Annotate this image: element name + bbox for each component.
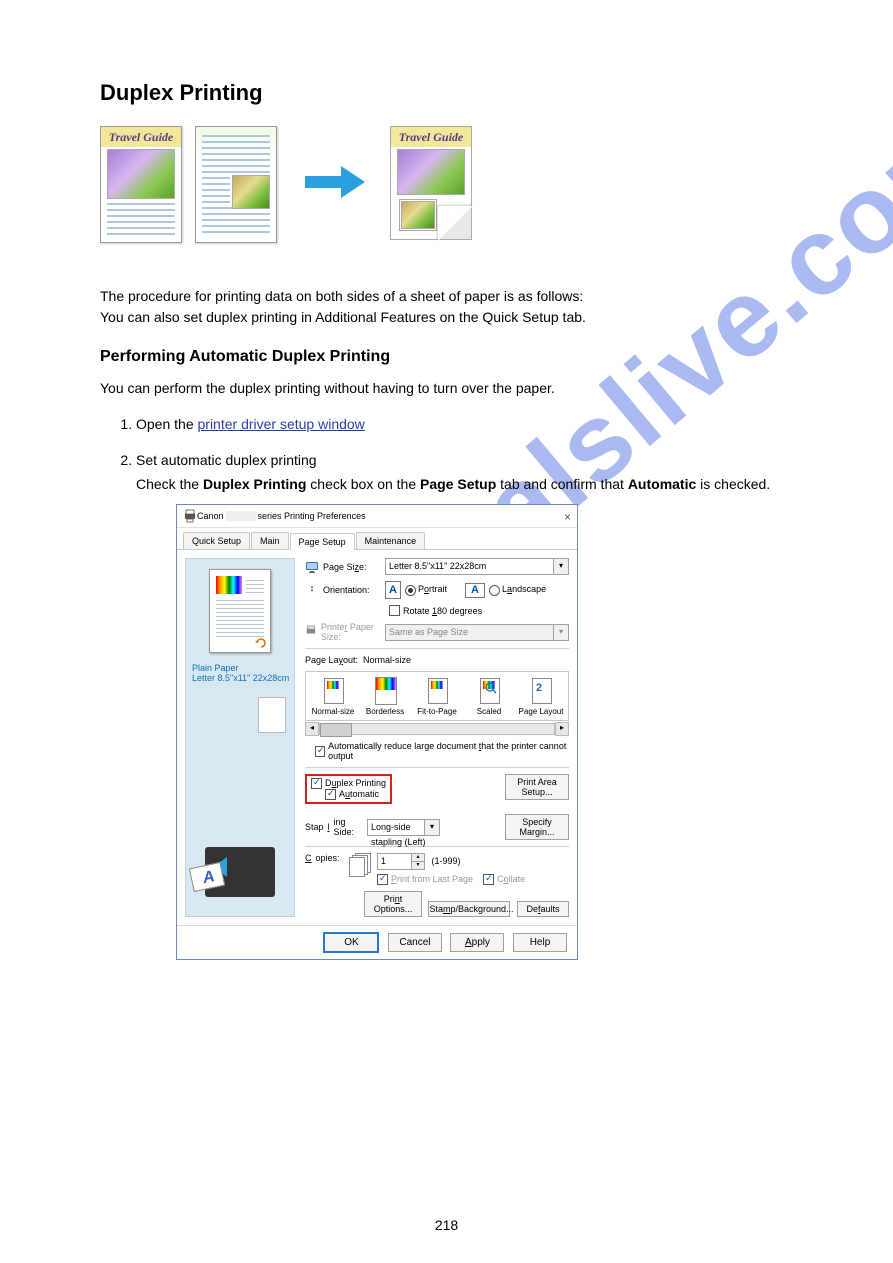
intro-text: The procedure for printing data on both … <box>100 286 803 328</box>
orientation-label: Orientation: <box>323 585 370 595</box>
layout-borderless[interactable]: Borderless <box>360 676 410 716</box>
stapling-label: Stapling Side: <box>305 817 367 837</box>
monitor-icon <box>305 560 319 574</box>
auto-reduce-checkbox[interactable] <box>315 746 325 757</box>
scroll-right-icon[interactable]: ▸ <box>555 722 569 736</box>
dialog-footer: OK Cancel Apply Help <box>177 925 577 959</box>
printer-paper-label: Printer Paper Size: <box>321 622 385 642</box>
copies-label: Copies: <box>305 853 349 863</box>
step-title: Set automatic duplex printing <box>136 452 803 468</box>
settings-panel: Page Size: Letter 8.5"x11" 22x28cm ▾ ↕ O… <box>295 558 569 917</box>
duplex-highlight: Duplex Printing Automatic <box>305 774 392 804</box>
print-last-label: Print from Last Page <box>391 874 473 884</box>
layout-scrollbar[interactable]: ◂ ▸ <box>305 723 569 735</box>
printing-preferences-dialog: Canon series Printing Preferences × Quic… <box>176 504 578 960</box>
doc-cover-title: Travel Guide <box>391 127 471 147</box>
preview-page-icon <box>209 569 271 653</box>
duplex-label: Duplex Printing <box>325 778 386 788</box>
copies-range: (1-999) <box>432 856 461 866</box>
small-preview-icon <box>258 697 286 733</box>
duplex-output-icon: Travel Guide <box>390 126 475 246</box>
title-prefix: Canon <box>197 507 224 525</box>
chevron-down-icon: ▾ <box>424 820 439 835</box>
duplex-illustration: Travel Guide <box>100 126 803 256</box>
page-number: 218 <box>0 1217 893 1233</box>
copies-icon <box>349 853 371 875</box>
portrait-label: Portrait <box>418 584 447 594</box>
paper-type-label: Plain Paper <box>192 663 290 673</box>
dialog-title-bar: Canon series Printing Preferences × <box>177 505 577 528</box>
collate-label: Collate <box>497 874 525 884</box>
portrait-radio[interactable] <box>405 585 416 596</box>
automatic-label: Automatic <box>339 789 379 799</box>
print-area-setup-button[interactable]: Print Area Setup... <box>505 774 569 800</box>
copies-spinner[interactable]: 1 ▴▾ <box>377 853 425 870</box>
page-heading: Duplex Printing <box>100 80 803 106</box>
printer-driver-link[interactable]: printer driver setup window <box>198 416 365 432</box>
step-text: Open the <box>136 416 198 432</box>
specify-margin-button[interactable]: Specify Margin... <box>505 814 569 840</box>
page-content: Duplex Printing Travel Guide <box>0 0 893 1020</box>
landscape-label: Landscape <box>502 584 546 594</box>
title-suffix: series Printing Preferences <box>258 507 366 525</box>
ok-button[interactable]: OK <box>323 932 379 953</box>
steps-list: Open the printer driver setup window Set… <box>100 416 803 960</box>
page-layout-label: Page Layout: <box>305 655 363 665</box>
layout-scaled[interactable]: Scaled <box>464 676 514 716</box>
flip-icon <box>254 636 268 650</box>
orientation-icon: ↕ <box>305 583 319 597</box>
arrow-icon <box>305 166 367 196</box>
preview-panel: Plain Paper Letter 8.5"x11" 22x28cm A <box>185 558 295 917</box>
help-button[interactable]: Help <box>513 933 567 952</box>
layout-pagelayout[interactable]: 2 Page Layout <box>516 676 566 716</box>
rotate180-label: Rotate 180 degrees <box>403 606 482 616</box>
tab-quick-setup[interactable]: Quick Setup <box>183 532 250 549</box>
collate-checkbox <box>483 874 494 885</box>
section-desc: You can perform the duplex printing with… <box>100 380 803 396</box>
page-size-combo[interactable]: Letter 8.5"x11" 22x28cm ▾ <box>385 558 569 575</box>
auto-reduce-label: Automatically reduce large document that… <box>328 741 569 761</box>
printer-paper-combo: Same as Page Size ▾ <box>385 624 569 641</box>
layout-thumbnails: Normal-size Borderless Fit-to-Page <box>305 671 569 721</box>
doc-cover-title: Travel Guide <box>101 127 181 147</box>
stamp-background-button[interactable]: Stamp/Background... <box>428 901 510 917</box>
layout-normal[interactable]: Normal-size <box>308 676 358 716</box>
automatic-checkbox[interactable] <box>325 789 336 800</box>
title-model-blank <box>226 511 256 521</box>
landscape-radio[interactable] <box>489 585 500 596</box>
apply-button[interactable]: Apply <box>450 933 504 952</box>
landscape-icon: A <box>465 583 485 598</box>
printer-illustration: A <box>190 832 290 912</box>
print-last-checkbox <box>377 874 388 885</box>
chevron-down-icon: ▾ <box>553 625 568 640</box>
step-desc: Check the Duplex Printing check box on t… <box>136 476 803 492</box>
cancel-button[interactable]: Cancel <box>388 933 442 952</box>
tab-maintenance[interactable]: Maintenance <box>356 532 426 549</box>
defaults-button[interactable]: Defaults <box>517 901 569 917</box>
close-icon[interactable]: × <box>564 508 571 526</box>
tab-page-setup[interactable]: Page Setup <box>290 533 355 550</box>
page-size-label: Page Size: <box>323 562 367 572</box>
chevron-down-icon: ▾ <box>553 559 568 574</box>
tab-main[interactable]: Main <box>251 532 289 549</box>
page-layout-value: Normal-size <box>363 655 411 665</box>
tabs: Quick Setup Main Page Setup Maintenance <box>177 528 577 550</box>
duplex-checkbox[interactable] <box>311 778 322 789</box>
portrait-icon: A <box>385 581 401 599</box>
stapling-combo[interactable]: Long-side stapling (Left) ▾ <box>367 819 440 836</box>
section-title: Performing Automatic Duplex Printing <box>100 348 803 366</box>
print-options-button[interactable]: Print Options... <box>364 891 422 917</box>
printer-small-icon <box>305 625 317 639</box>
layout-fit[interactable]: Fit-to-Page <box>412 676 462 716</box>
printer-icon <box>183 509 197 523</box>
rotate180-checkbox[interactable] <box>389 605 400 616</box>
scroll-left-icon[interactable]: ◂ <box>305 722 319 736</box>
paper-size-label: Letter 8.5"x11" 22x28cm <box>192 673 290 683</box>
